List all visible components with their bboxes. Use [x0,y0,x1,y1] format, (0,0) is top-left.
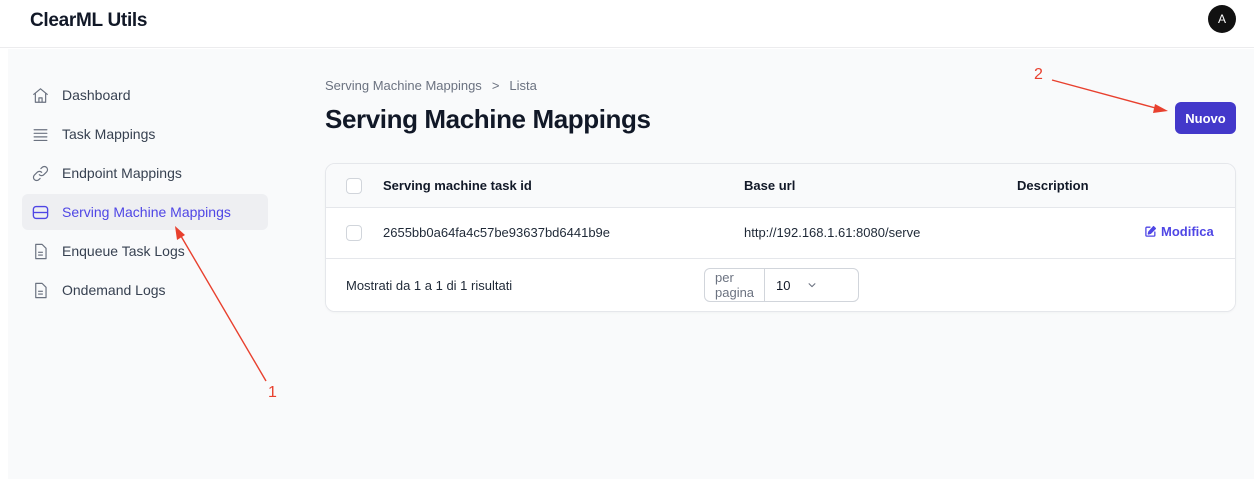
document-icon [30,280,50,300]
sidebar-item-serving-machine-mappings[interactable]: Serving Machine Mappings [22,194,268,230]
page-title: Serving Machine Mappings [325,104,651,134]
chevron-down-icon [807,280,817,290]
sidebar-item-ondemand-logs[interactable]: Ondemand Logs [22,272,268,308]
annotation-number-1: 1 [268,384,277,401]
edit-link[interactable]: Modifica [1144,224,1214,239]
column-header-description[interactable]: Description [1017,178,1089,193]
new-button[interactable]: Nuovo [1175,102,1236,134]
sidebar-item-label: Ondemand Logs [62,282,166,298]
sidebar-item-label: Task Mappings [62,126,156,142]
select-all-checkbox[interactable] [346,178,362,194]
data-table: Serving machine task id Base url Descrip… [325,163,1236,312]
per-page-select[interactable]: 10 [765,269,858,301]
top-bar: ClearML Utils A [0,0,1254,48]
list-icon [30,124,50,144]
column-header-task-id[interactable]: Serving machine task id [383,178,532,193]
annotation-number-2: 2 [1034,66,1043,83]
sidebar-item-label: Endpoint Mappings [62,165,182,181]
row-checkbox[interactable] [346,225,362,241]
app-title: ClearML Utils [30,10,148,31]
table-footer: Mostrati da 1 a 1 di 1 risultati per pag… [326,259,1235,311]
breadcrumb-parent[interactable]: Serving Machine Mappings [325,78,482,93]
breadcrumb-current: Lista [509,78,537,93]
sidebar: Dashboard Task Mappings Endpoint Mapping… [22,77,268,311]
table-row: 2655bb0a64fa4c57be93637bd6441b9e http://… [326,208,1235,259]
sidebar-item-enqueue-task-logs[interactable]: Enqueue Task Logs [22,233,268,269]
database-icon [30,202,50,222]
sidebar-item-task-mappings[interactable]: Task Mappings [22,116,268,152]
column-header-base-url[interactable]: Base url [744,178,795,193]
sidebar-item-label: Dashboard [62,87,131,103]
per-page-value: 10 [776,277,791,293]
breadcrumb: Serving Machine Mappings > Lista [325,78,537,93]
cell-base-url: http://192.168.1.61:8080/serve [744,225,921,240]
sidebar-item-label: Serving Machine Mappings [62,204,231,220]
cell-task-id: 2655bb0a64fa4c57be93637bd6441b9e [383,225,611,240]
per-page-control: per pagina 10 [704,268,859,302]
avatar[interactable]: A [1208,5,1236,33]
sidebar-item-dashboard[interactable]: Dashboard [22,77,268,113]
link-icon [30,163,50,183]
sidebar-item-endpoint-mappings[interactable]: Endpoint Mappings [22,155,268,191]
document-icon [30,241,50,261]
per-page-label: per pagina [705,269,766,301]
breadcrumb-separator: > [491,78,500,93]
sidebar-item-label: Enqueue Task Logs [62,243,185,259]
pencil-square-icon [1144,225,1157,238]
results-summary: Mostrati da 1 a 1 di 1 risultati [346,278,513,293]
home-icon [30,85,50,105]
table-header: Serving machine task id Base url Descrip… [326,164,1235,208]
edit-label: Modifica [1161,224,1214,239]
